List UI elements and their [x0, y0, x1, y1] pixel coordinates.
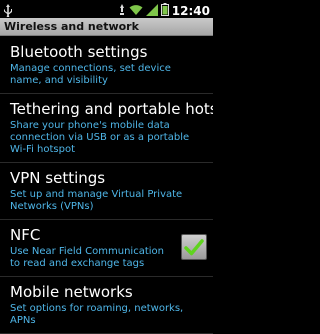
setting-summary: Set options for roaming, networks, APNs	[10, 303, 184, 326]
setting-nfc[interactable]: NFC Use Near Field Communication to read…	[0, 220, 213, 277]
setting-summary: Use Near Field Communication to read and…	[10, 246, 164, 269]
setting-vpn[interactable]: VPN settings Set up and manage Virtual P…	[0, 163, 213, 220]
settings-list: Bluetooth settings Manage connections, s…	[0, 37, 213, 334]
setting-summary: Set up and manage Virtual Private Networ…	[10, 189, 183, 212]
setting-title: Bluetooth settings	[10, 43, 148, 61]
setting-mobile-networks[interactable]: Mobile networks Set options for roaming,…	[0, 277, 213, 334]
nfc-checkbox[interactable]	[181, 234, 207, 260]
setting-summary: Manage connections, set device name, and…	[10, 63, 171, 86]
setting-summary: Share your phone's mobile data connectio…	[10, 120, 190, 155]
status-bar: 12:40	[0, 0, 213, 18]
setting-title: VPN settings	[10, 169, 106, 187]
setting-tethering[interactable]: Tethering and portable hotsp Share your …	[0, 94, 213, 163]
setting-title: NFC	[10, 226, 41, 244]
setting-bluetooth[interactable]: Bluetooth settings Manage connections, s…	[0, 37, 213, 94]
setting-title: Tethering and portable hotsp	[10, 100, 213, 118]
screen-title-bar: Wireless and network	[0, 18, 213, 36]
status-clock: 12:40	[171, 3, 210, 18]
checkmark-icon	[184, 239, 204, 256]
screen-title: Wireless and network	[4, 20, 139, 33]
setting-title: Mobile networks	[10, 283, 133, 301]
